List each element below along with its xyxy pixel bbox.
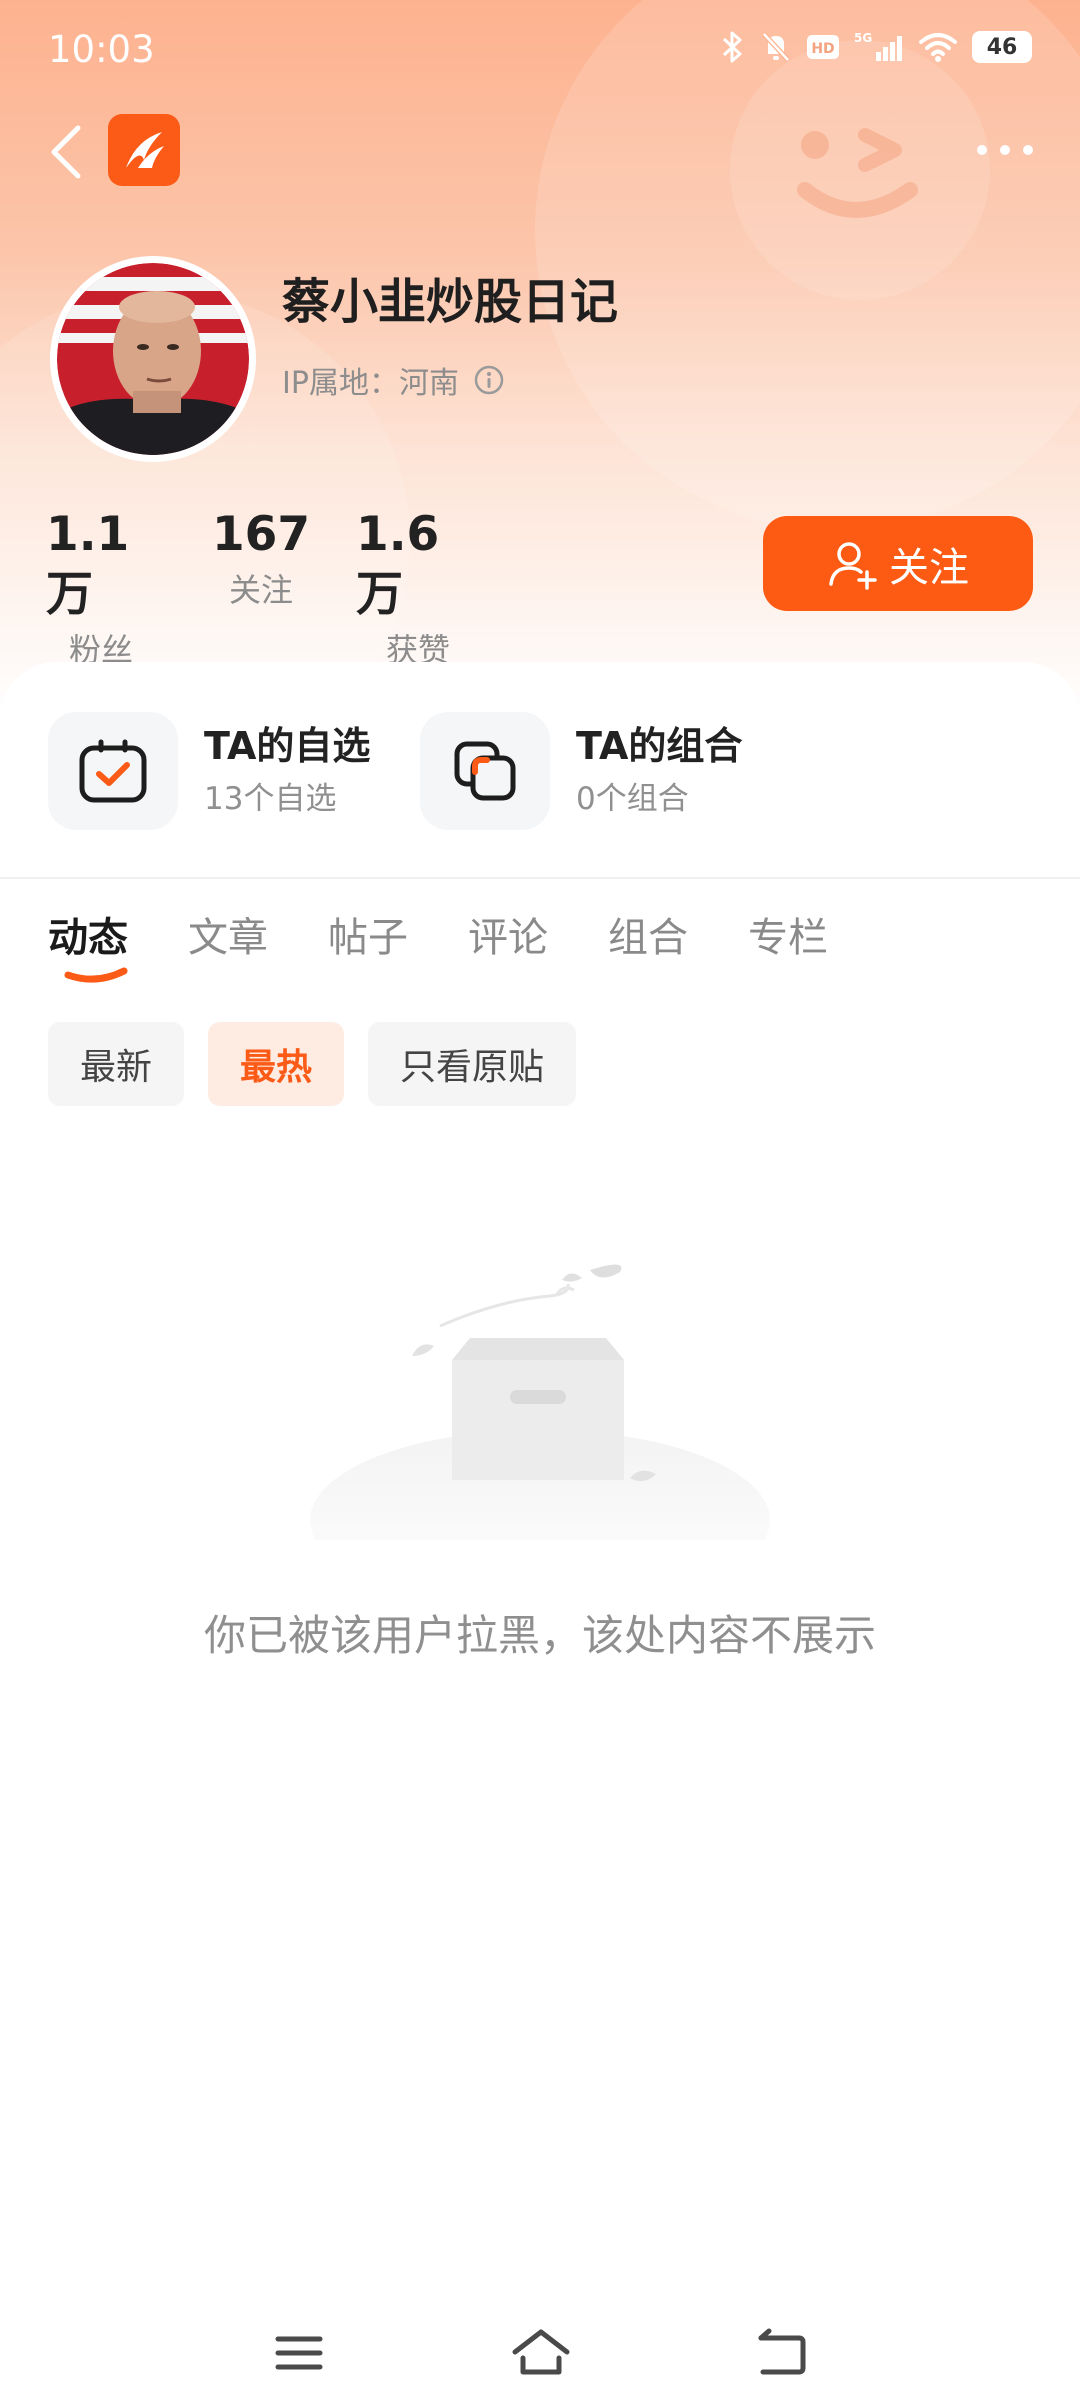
tab-label: 组合: [608, 915, 688, 961]
watchlist-icon-box: [48, 712, 178, 830]
signal-icon: 5G: [854, 30, 904, 64]
tab-comments[interactable]: 评论: [468, 905, 548, 971]
tab-label: 帖子: [328, 915, 408, 961]
content-tabs: 动态 文章 帖子 评论 组合 专栏: [48, 905, 828, 983]
empty-box-icon: [310, 1264, 770, 1540]
portfolio-title: TA的组合: [576, 724, 743, 768]
portfolio-subtitle: 0个组合: [576, 781, 689, 817]
info-icon[interactable]: [473, 364, 505, 396]
follow-button-label: 关注: [889, 544, 969, 591]
profile-page: 10:03 HD 5G 46 蔡小韭炒股日记 IP属地：河南 1.1万 粉丝 1…: [0, 0, 1080, 2400]
wifi-icon: [918, 30, 958, 64]
system-nav-bar: [0, 2300, 1080, 2400]
tab-columns[interactable]: 专栏: [748, 905, 828, 971]
home-icon: [512, 2329, 570, 2375]
svg-text:HD: HD: [811, 41, 834, 57]
add-user-icon: [829, 541, 877, 590]
ip-location-text: IP属地：河南: [282, 366, 459, 401]
app-logo[interactable]: [108, 114, 180, 186]
active-tab-indicator: [64, 967, 128, 983]
more-dots-icon: [977, 145, 1033, 155]
tab-label: 评论: [468, 915, 548, 961]
tab-dynamics[interactable]: 动态: [48, 905, 128, 983]
watchlist-text: TA的自选 13个自选: [204, 720, 370, 822]
filter-hottest[interactable]: 最热: [208, 1022, 345, 1106]
status-time: 10:03: [48, 28, 155, 71]
stat-value: 167: [211, 507, 311, 562]
tab-portfolios[interactable]: 组合: [608, 905, 688, 971]
hd-icon: HD: [806, 32, 840, 62]
empty-state-message: 你已被该用户拉黑，该处内容不展示: [203, 1611, 876, 1660]
menu-icon: [275, 2336, 323, 2370]
svg-text:5G: 5G: [854, 31, 872, 45]
portfolio-icon-box: [420, 712, 550, 830]
tab-label: 动态: [48, 915, 128, 961]
filter-original-only[interactable]: 只看原贴: [368, 1022, 577, 1106]
checkbox-icon: [79, 739, 147, 803]
avatar[interactable]: [50, 256, 256, 462]
back-arrow-icon: [758, 2328, 806, 2375]
stat-label: 关注: [228, 571, 293, 609]
watchlist-title: TA的自选: [204, 724, 371, 768]
nav-back-button[interactable]: [746, 2318, 816, 2388]
stat-likes[interactable]: 1.6万 获赞: [356, 505, 480, 673]
filter-chips: 最新 最热 只看原贴: [48, 1022, 577, 1106]
profile-name: 蔡小韭炒股日记: [282, 274, 619, 330]
section-divider: [0, 877, 1080, 879]
follow-button[interactable]: 关注: [763, 516, 1033, 611]
watchlist-subtitle: 13个自选: [204, 781, 337, 817]
mute-bell-icon: [760, 30, 792, 64]
smile-decoration-icon: [797, 128, 918, 218]
stats-row: 1.1万 粉丝 167 关注 1.6万 获赞: [46, 505, 480, 673]
overlap-squares-icon: [454, 741, 516, 801]
stat-value: 1.6万: [356, 507, 440, 622]
stat-following[interactable]: 167 关注: [206, 505, 316, 673]
tab-articles[interactable]: 文章: [188, 905, 268, 971]
tab-posts[interactable]: 帖子: [328, 905, 408, 971]
ip-location: IP属地：河南: [282, 358, 505, 402]
tab-label: 专栏: [748, 915, 828, 961]
watchlist-entry[interactable]: TA的自选 13个自选: [48, 712, 370, 830]
battery-indicator: 46: [972, 31, 1032, 63]
nav-menu-button[interactable]: [264, 2318, 334, 2388]
status-icons: HD 5G 46: [720, 30, 1032, 64]
bluetooth-icon: [720, 30, 746, 64]
nav-home-button[interactable]: [506, 2318, 576, 2388]
chevron-left-icon: [51, 125, 81, 179]
more-button[interactable]: [960, 120, 1050, 180]
avatar-image: [57, 263, 249, 455]
filter-latest[interactable]: 最新: [48, 1022, 185, 1106]
tab-label: 文章: [188, 915, 268, 961]
stat-value: 1.1万: [46, 507, 130, 622]
portfolio-entry[interactable]: TA的组合 0个组合: [420, 712, 742, 830]
stat-fans[interactable]: 1.1万 粉丝: [46, 505, 156, 673]
portfolio-text: TA的组合 0个组合: [576, 720, 742, 822]
logo-icon: [126, 132, 164, 168]
back-button[interactable]: [38, 118, 94, 186]
status-bar: 10:03 HD 5G 46: [0, 0, 1080, 105]
